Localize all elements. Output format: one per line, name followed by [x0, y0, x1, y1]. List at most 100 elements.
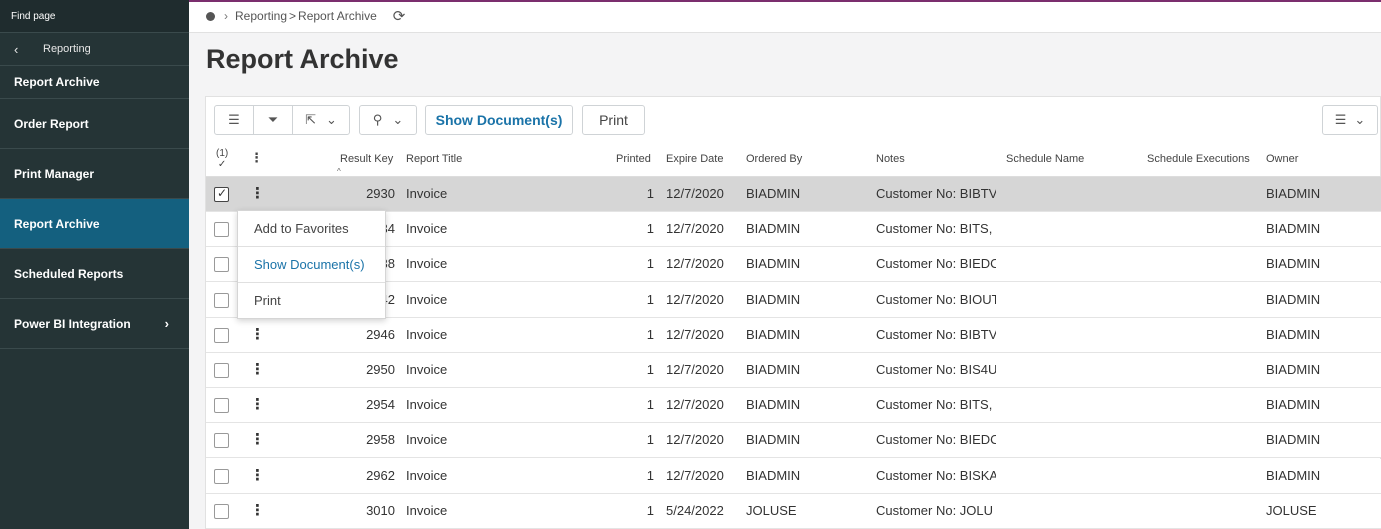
- row-checkbox[interactable]: [214, 327, 229, 343]
- cell-result-key: 2958: [366, 432, 395, 448]
- cell-owner: BIADMIN: [1266, 362, 1321, 377]
- cell-notes: Customer No: BIOUT: [876, 291, 996, 307]
- table-row[interactable]: ⋮ 2962 Invoice 1 12/7/2020 BIADMIN Customer No…: [206, 458, 1381, 494]
- cell-notes: Customer No: BIS4U: [876, 362, 996, 377]
- cell-report-title: Invoice: [406, 432, 448, 448]
- cell-printed: 1: [646, 256, 654, 272]
- find-page-search[interactable]: Find page: [0, 0, 189, 33]
- col-schedule-executions[interactable]: Schedule Executions: [1147, 153, 1250, 165]
- breadcrumb-separator: >: [289, 9, 297, 23]
- show-documents-button[interactable]: Show Document(s): [425, 105, 573, 135]
- cell-ordered-by: BIADMIN: [746, 432, 801, 448]
- row-checkbox[interactable]: [214, 363, 229, 378]
- cell-ordered-by: BIADMIN: [746, 362, 801, 377]
- cell-notes: Customer No: BIEDC: [876, 432, 996, 448]
- export-button[interactable]: ⇱ ⌄: [293, 106, 349, 134]
- table-row[interactable]: ⋮ 2954 Invoice 1 12/7/2020 BIADMIN Customer No…: [206, 388, 1381, 424]
- cell-report-title: Invoice: [406, 256, 448, 272]
- row-checkbox[interactable]: [214, 186, 229, 202]
- export-icon: ⇱: [305, 112, 316, 127]
- cell-expire-date: 12/7/2020: [666, 467, 724, 483]
- cell-expire-date: 5/24/2022: [666, 502, 724, 518]
- row-checkbox[interactable]: [214, 398, 229, 414]
- col-owner[interactable]: Owner: [1266, 153, 1298, 165]
- list-icon[interactable]: ☰: [215, 106, 254, 134]
- cell-notes: Customer No: BIBTV: [876, 326, 996, 342]
- cell-expire-date: 12/7/2020: [666, 432, 724, 448]
- back-to-reporting[interactable]: ‹ Reporting: [0, 33, 189, 66]
- cell-owner: BIADMIN: [1266, 467, 1321, 483]
- kebab-icon[interactable]: ⋮: [250, 431, 265, 448]
- menu-show-documents[interactable]: Show Document(s): [238, 247, 385, 283]
- filter-icon[interactable]: ⏷: [254, 106, 293, 134]
- cell-report-title: Invoice: [406, 467, 448, 483]
- cell-expire-date: 12/7/2020: [666, 221, 724, 237]
- cell-notes: Customer No: BITS,: [876, 221, 993, 237]
- chevron-left-icon: ‹: [14, 41, 19, 57]
- cell-printed: 1: [646, 291, 654, 307]
- table-row[interactable]: ⋮ 2950 Invoice 1 12/7/2020 BIADMIN Customer No…: [206, 353, 1381, 388]
- sidebar-item-power-bi-integration[interactable]: Power BI Integration ›: [0, 299, 189, 349]
- kebab-icon[interactable]: ⋮: [250, 502, 265, 519]
- kebab-icon[interactable]: ⋮: [250, 396, 265, 413]
- cell-printed: 1: [646, 397, 654, 413]
- row-checkbox[interactable]: [214, 292, 229, 308]
- cell-ordered-by: BIADMIN: [746, 467, 801, 483]
- table-view-button[interactable]: ☰ ⌄: [1322, 105, 1378, 135]
- stamp-button[interactable]: ⚲ ⌄: [360, 106, 416, 134]
- selected-count[interactable]: (1) ✓: [216, 148, 228, 170]
- cell-ordered-by: JOLUSE: [746, 502, 797, 518]
- cell-result-key: 3010: [366, 502, 395, 518]
- cell-result-key: 2954: [366, 397, 395, 413]
- sidebar-item-scheduled-reports[interactable]: Scheduled Reports: [0, 249, 189, 299]
- kebab-icon[interactable]: ⋮: [250, 185, 265, 202]
- table-row[interactable]: ⋮ 2958 Invoice 1 12/7/2020 BIADMIN Customer No…: [206, 423, 1381, 459]
- toolbar: ☰ ⏷ ⇱ ⌄ ⚲ ⌄: [214, 105, 417, 135]
- row-checkbox[interactable]: [214, 257, 229, 273]
- cell-expire-date: 12/7/2020: [666, 186, 724, 201]
- col-expire-date[interactable]: Expire Date: [666, 153, 723, 165]
- row-checkbox[interactable]: [214, 468, 229, 484]
- cell-printed: 1: [646, 432, 654, 448]
- sidebar-item-label: Report Archive: [14, 216, 100, 231]
- breadcrumb-reporting[interactable]: Reporting: [235, 9, 287, 23]
- table-row[interactable]: ⋮ 3010 Invoice 1 5/24/2022 JOLUSE Customer No:…: [206, 493, 1381, 529]
- col-printed[interactable]: Printed: [616, 153, 651, 165]
- col-ordered-by[interactable]: Ordered By: [746, 153, 802, 165]
- kebab-icon[interactable]: ⋮: [250, 326, 265, 343]
- cell-report-title: Invoice: [406, 221, 448, 237]
- cell-result-key: 2930: [366, 186, 395, 201]
- print-button[interactable]: Print: [582, 105, 645, 135]
- row-checkbox[interactable]: [214, 503, 229, 519]
- kebab-icon[interactable]: ⋮: [250, 150, 263, 166]
- col-notes[interactable]: Notes: [876, 153, 905, 165]
- kebab-icon[interactable]: ⋮: [250, 467, 265, 484]
- col-report-title[interactable]: Report Title: [406, 153, 462, 165]
- row-checkbox[interactable]: [214, 222, 229, 238]
- menu-add-to-favorites[interactable]: Add to Favorites: [238, 211, 385, 247]
- menu-print[interactable]: Print: [238, 283, 385, 319]
- home-dot-icon[interactable]: [206, 11, 215, 21]
- col-schedule-name[interactable]: Schedule Name: [1006, 153, 1084, 165]
- sidebar-item-label: Print Manager: [14, 166, 95, 181]
- cell-result-key: 2962: [366, 467, 395, 483]
- cell-owner: BIADMIN: [1266, 397, 1321, 413]
- sidebar-item-order-report[interactable]: Order Report: [0, 99, 189, 149]
- cell-report-title: Invoice: [406, 186, 448, 201]
- table-row[interactable]: ⋮ 2946 Invoice 1 12/7/2020 BIADMIN Customer No…: [206, 317, 1381, 353]
- cell-notes: Customer No: JOLU: [876, 502, 994, 518]
- kebab-icon[interactable]: ⋮: [250, 361, 265, 378]
- cell-expire-date: 12/7/2020: [666, 397, 724, 413]
- refresh-icon[interactable]: ⟳: [393, 7, 406, 25]
- chevron-down-icon: ⌄: [326, 112, 337, 127]
- cell-printed: 1: [646, 221, 654, 237]
- col-result-key[interactable]: Result Key: [340, 153, 393, 165]
- cell-notes: Customer No: BITS,: [876, 397, 993, 413]
- sidebar-item-report-archive[interactable]: Report Archive: [0, 199, 189, 249]
- back-label: Reporting: [43, 43, 91, 55]
- sidebar-item-print-manager[interactable]: Print Manager: [0, 149, 189, 199]
- top-accent-bar: [189, 0, 1381, 2]
- table-row[interactable]: ⋮ 2930 Invoice 1 12/7/2020 BIADMIN Customer No…: [206, 177, 1381, 212]
- cell-ordered-by: BIADMIN: [746, 221, 801, 237]
- row-checkbox[interactable]: [214, 433, 229, 449]
